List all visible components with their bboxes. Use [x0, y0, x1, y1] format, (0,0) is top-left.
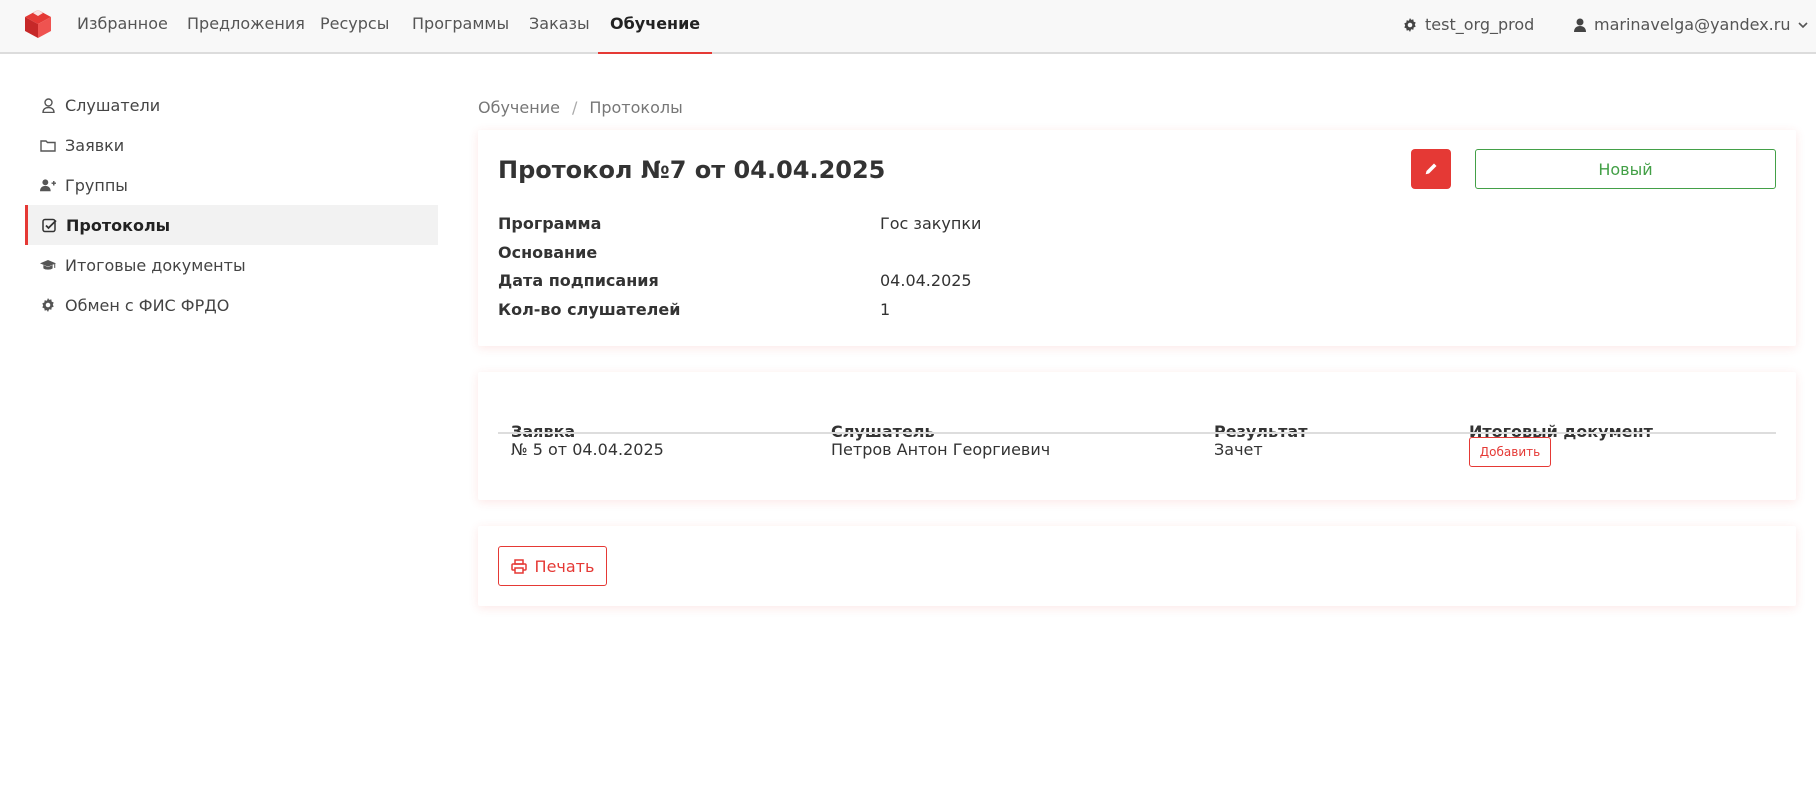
actions-card: Печать	[478, 526, 1796, 606]
print-label: Печать	[534, 556, 595, 576]
basis-label: Основание	[498, 243, 598, 262]
breadcrumb-item-protocols: Протоколы	[589, 98, 683, 117]
check-square-icon	[41, 217, 57, 233]
org-name: test_org_prod	[1425, 15, 1535, 34]
table-header-divider	[498, 432, 1776, 434]
listener-cell: Петров Антон Георгиевич	[831, 440, 1051, 459]
sidebar-item-label: Итоговые документы	[65, 255, 246, 275]
add-document-button[interactable]: Добавить	[1469, 437, 1551, 467]
sidebar-item-protocols[interactable]: Протоколы	[25, 205, 438, 245]
sidebar-item-label: Заявки	[65, 135, 125, 155]
gear-icon	[40, 297, 56, 313]
sidebar-item-label: Группы	[65, 175, 128, 195]
sidebar-item-applications[interactable]: Заявки	[25, 125, 438, 165]
protocol-info-card: Протокол №7 от 04.04.2025 Новый Программ…	[478, 130, 1796, 346]
sidebar-item-label: Обмен с ФИС ФРДО	[65, 295, 230, 315]
edit-button[interactable]	[1411, 149, 1451, 189]
nav-item-resources[interactable]: Ресурсы	[320, 0, 389, 54]
user-plus-icon	[40, 177, 56, 193]
sidebar-item-label: Протоколы	[66, 215, 171, 235]
logo-icon[interactable]	[22, 8, 54, 40]
user-icon	[1574, 18, 1586, 32]
user-email: marinavelga@yandex.ru	[1594, 15, 1791, 34]
pencil-icon	[1425, 163, 1437, 175]
breadcrumb: Обучение / Протоколы	[478, 98, 683, 117]
sidebar-item-label: Слушатели	[65, 95, 161, 115]
breadcrumb-separator: /	[571, 98, 578, 117]
sidebar-item-listeners[interactable]: Слушатели	[25, 85, 438, 125]
sidebar-item-fis-frdo-exchange[interactable]: Обмен с ФИС ФРДО	[25, 285, 438, 325]
folder-icon	[40, 137, 56, 153]
page-title: Протокол №7 от 04.04.2025	[498, 156, 886, 184]
printer-icon	[510, 558, 527, 574]
graduation-cap-icon	[40, 257, 56, 273]
sidebar-item-final-documents[interactable]: Итоговые документы	[25, 245, 438, 285]
application-cell[interactable]: № 5 от 04.04.2025	[511, 440, 664, 459]
breadcrumb-item-training[interactable]: Обучение	[478, 98, 560, 117]
signing-date-value: 04.04.2025	[880, 271, 972, 290]
status-button[interactable]: Новый	[1475, 149, 1776, 189]
user-icon	[40, 97, 56, 113]
user-menu[interactable]: marinavelga@yandex.ru	[1574, 0, 1809, 50]
chevron-down-icon	[1798, 22, 1809, 29]
nav-item-training[interactable]: Обучение	[598, 0, 713, 54]
program-label: Программа	[498, 214, 602, 233]
nav-item-programs[interactable]: Программы	[412, 0, 509, 54]
sidebar-item-groups[interactable]: Группы	[25, 165, 438, 205]
program-value: Гос закупки	[880, 214, 982, 233]
gear-icon	[1404, 18, 1416, 32]
nav-item-offers[interactable]: Предложения	[187, 0, 305, 54]
listeners-count-label: Кол-во слушателей	[498, 300, 681, 319]
nav-item-orders[interactable]: Заказы	[529, 0, 590, 54]
print-button[interactable]: Печать	[498, 546, 607, 586]
org-selector[interactable]: test_org_prod	[1403, 0, 1534, 50]
top-navbar: Избранное Предложения Ресурсы Программы …	[0, 0, 1816, 54]
signing-date-label: Дата подписания	[498, 271, 659, 290]
results-table-card: Заявка Слушатель Результат Итоговый доку…	[478, 372, 1796, 500]
nav-item-favorites[interactable]: Избранное	[77, 0, 168, 54]
result-cell: Зачет	[1214, 440, 1263, 459]
listeners-count-value: 1	[880, 300, 891, 319]
